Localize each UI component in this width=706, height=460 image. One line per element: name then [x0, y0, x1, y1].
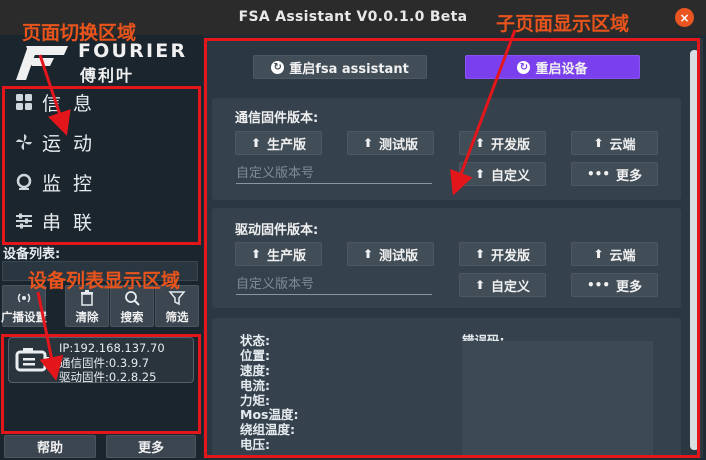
- close-button[interactable]: ×: [675, 8, 694, 27]
- comm-cloud-button[interactable]: ⬆ 云端: [571, 131, 658, 155]
- tool-label: 广播设置: [1, 310, 47, 324]
- window-title: FSA Assistant V0.0.1.0 Beta: [238, 9, 468, 25]
- clear-button[interactable]: 清除: [65, 285, 109, 327]
- arrow-up-icon: ⬆: [474, 136, 486, 150]
- broadcast-icon: [17, 293, 31, 303]
- nav-label: 监控: [42, 172, 105, 195]
- nav-item-chain[interactable]: 串联: [14, 205, 194, 237]
- sliders-icon: [14, 211, 34, 231]
- device-icon: [15, 348, 49, 372]
- tool-label: 搜索: [120, 310, 144, 324]
- device-list-header: [2, 261, 198, 281]
- nav-item-info[interactable]: 信息: [14, 86, 194, 118]
- search-icon: [125, 291, 140, 306]
- restart-fsa-button[interactable]: ↻ 重启fsa assistant: [253, 55, 427, 79]
- nav-label: 运动: [42, 132, 105, 155]
- refresh-icon: ↻: [271, 60, 285, 74]
- help-button[interactable]: 帮助: [4, 435, 96, 458]
- tool-label: 清除: [75, 310, 99, 324]
- button-label: 更多: [616, 279, 643, 295]
- button-label: 开发版: [491, 248, 531, 264]
- ellipsis-icon: •••: [586, 278, 610, 292]
- arrow-up-icon: ⬆: [250, 247, 262, 261]
- fan-icon: [14, 132, 34, 152]
- device-ip: IP:192.168.137.70: [59, 341, 165, 355]
- brand-cn-name: 傅利叶: [80, 66, 135, 85]
- filter-button[interactable]: 筛选: [155, 285, 199, 327]
- device-card[interactable]: IP:192.168.137.70 通信固件:0.3.9.7 驱动固件:0.2.…: [8, 337, 194, 384]
- refresh-icon: ↻: [517, 60, 531, 74]
- button-label: 开发版: [491, 137, 531, 153]
- scrollbar[interactable]: [690, 50, 699, 450]
- broadcast-settings-button[interactable]: 广播设置: [1, 285, 47, 327]
- restart-fsa-label: 重启fsa assistant: [289, 61, 409, 77]
- nav-label: 串联: [42, 211, 105, 234]
- comm-production-button[interactable]: ⬆ 生产版: [235, 131, 322, 155]
- arrow-up-icon: ⬆: [250, 136, 262, 150]
- brand-name: FOURIER: [78, 40, 188, 62]
- comm-custom-version-input[interactable]: [236, 164, 432, 184]
- drive-cloud-button[interactable]: ⬆ 云端: [571, 242, 658, 266]
- filter-icon: [168, 291, 186, 306]
- trash-icon: [81, 290, 93, 306]
- search-button[interactable]: 搜索: [110, 285, 154, 327]
- drive-production-button[interactable]: ⬆ 生产版: [235, 242, 322, 266]
- monitor-icon: [14, 172, 34, 192]
- nav-item-monitor[interactable]: 监控: [14, 166, 194, 198]
- device-drive-firmware: 驱动固件:0.2.8.25: [59, 370, 157, 384]
- button-label: 生产版: [267, 248, 307, 264]
- button-label: 云端: [609, 248, 636, 264]
- drive-more-button[interactable]: ••• 更多: [571, 273, 658, 297]
- comm-test-button[interactable]: ⬆ 测试版: [347, 131, 434, 155]
- button-label: 自定义: [491, 168, 531, 184]
- button-label: 测试版: [379, 248, 419, 264]
- drive-dev-button[interactable]: ⬆ 开发版: [459, 242, 546, 266]
- arrow-up-icon: ⬆: [474, 247, 486, 261]
- fourier-logo-icon: [16, 46, 68, 80]
- voltage-label: 电压:: [240, 437, 270, 452]
- arrow-up-icon: ⬆: [474, 278, 486, 292]
- button-label: 生产版: [267, 137, 307, 153]
- button-label: 云端: [609, 137, 636, 153]
- drive-custom-button[interactable]: ⬆ 自定义: [459, 273, 546, 297]
- comm-dev-button[interactable]: ⬆ 开发版: [459, 131, 546, 155]
- drive-custom-version-input[interactable]: [236, 275, 432, 295]
- button-label: 更多: [616, 168, 643, 184]
- drive-test-button[interactable]: ⬆ 测试版: [347, 242, 434, 266]
- arrow-up-icon: ⬆: [593, 136, 604, 150]
- arrow-up-icon: ⬆: [362, 247, 374, 261]
- button-label: 自定义: [491, 279, 531, 295]
- error-code-box: [462, 341, 653, 455]
- ellipsis-icon: •••: [586, 167, 610, 181]
- device-list-label: 设备列表:: [3, 247, 61, 262]
- arrow-up-icon: ⬆: [362, 136, 374, 150]
- title-bar: FSA Assistant V0.0.1.0 Beta ×: [0, 0, 706, 35]
- tool-label: 筛选: [165, 310, 189, 324]
- grid-icon: [14, 92, 34, 112]
- comm-custom-button[interactable]: ⬆ 自定义: [459, 162, 546, 186]
- restart-device-label: 重启设备: [535, 61, 588, 77]
- button-label: 测试版: [379, 137, 419, 153]
- drive-firmware-title: 驱动固件版本:: [235, 223, 319, 238]
- nav-label: 信息: [42, 92, 105, 115]
- restart-device-button[interactable]: ↻ 重启设备: [465, 55, 640, 79]
- nav-item-motion[interactable]: 运动: [14, 126, 194, 158]
- comm-firmware-title: 通信固件版本:: [235, 111, 319, 126]
- comm-more-button[interactable]: ••• 更多: [571, 162, 658, 186]
- arrow-up-icon: ⬆: [474, 167, 486, 181]
- arrow-up-icon: ⬆: [593, 247, 604, 261]
- more-button[interactable]: 更多: [106, 435, 196, 458]
